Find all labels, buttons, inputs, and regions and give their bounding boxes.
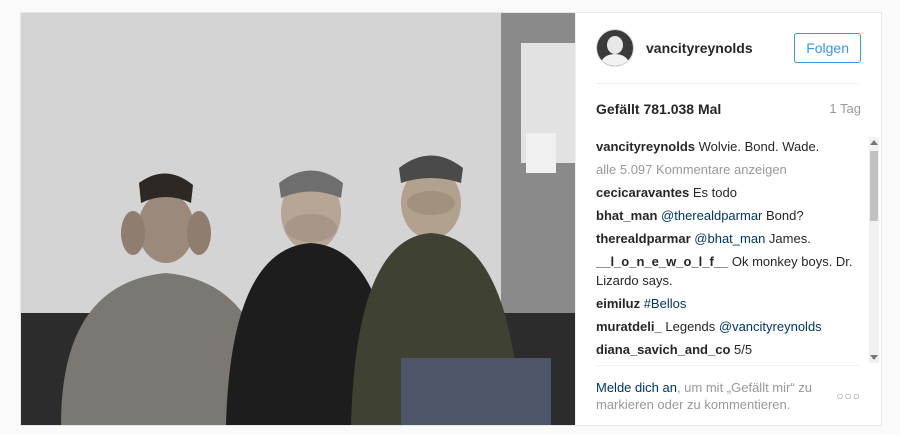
login-prompt: Melde dich an, um mit „Gefällt mir“ zu m… xyxy=(596,379,826,413)
comment-mention[interactable]: @vancityreynolds xyxy=(719,319,822,334)
comment-text: Legends xyxy=(665,319,719,334)
likes-count[interactable]: Gefällt 781.038 Mal xyxy=(596,101,721,117)
comment-item: eimiluz #Bellos xyxy=(596,294,863,313)
post-age[interactable]: 1 Tag xyxy=(829,101,861,117)
comment-text: James. xyxy=(765,231,811,246)
comment-user[interactable]: muratdeli_ xyxy=(596,319,662,334)
comments-list[interactable]: vancityreynolds Wolvie. Bond. Wade. alle… xyxy=(596,137,863,363)
scrollbar-thumb[interactable] xyxy=(870,151,878,221)
post-card: vancityreynolds Folgen Gefällt 781.038 M… xyxy=(20,12,882,426)
comment-mention[interactable]: @bhat_man xyxy=(694,231,765,246)
view-all-comments-link[interactable]: alle 5.097 Kommentare anzeigen xyxy=(596,160,863,179)
comments-scrollbar[interactable] xyxy=(869,137,879,363)
comment-item: __l_o_n_e_w_o_l_f__ Ok monkey boys. Dr. … xyxy=(596,252,863,290)
likes-row: Gefällt 781.038 Mal 1 Tag xyxy=(596,101,861,117)
comment-item: muratdeli_ Legends @vancityreynolds xyxy=(596,317,863,336)
avatar-body xyxy=(601,54,629,66)
post-footer: Melde dich an, um mit „Gefällt mir“ zu m… xyxy=(596,365,861,426)
comment-text: Bond? xyxy=(762,208,804,223)
avatar-face xyxy=(607,36,623,54)
post-sidebar: vancityreynolds Folgen Gefällt 781.038 M… xyxy=(575,13,881,425)
username-link[interactable]: vancityreynolds xyxy=(646,40,794,56)
comment-mention[interactable]: @therealdparmar xyxy=(661,208,762,223)
comment-text: 5/5 xyxy=(734,342,753,357)
comment-item: bhat_man @therealdparmar Bond? xyxy=(596,206,863,225)
comment-mention[interactable]: #Bellos xyxy=(644,296,687,311)
avatar[interactable] xyxy=(596,29,634,67)
comment-user[interactable]: bhat_man xyxy=(596,208,657,223)
photo-image xyxy=(21,13,575,425)
comment-user[interactable]: __l_o_n_e_w_o_l_f__ xyxy=(596,254,728,269)
comment-user[interactable]: diana_savich_and_co xyxy=(596,342,730,357)
comment-user[interactable]: eimiluz xyxy=(596,296,640,311)
comment-item: diana_savich_and_co 5/5 xyxy=(596,340,863,359)
comment-user[interactable]: therealdparmar xyxy=(596,231,691,246)
post-header: vancityreynolds Folgen xyxy=(596,13,861,84)
login-link[interactable]: Melde dich an xyxy=(596,380,677,395)
scroll-down-arrow-icon[interactable] xyxy=(870,355,878,360)
follow-button[interactable]: Folgen xyxy=(794,33,861,63)
comment-user[interactable]: cecicaravantes xyxy=(596,185,689,200)
caption-user[interactable]: vancityreynolds xyxy=(596,139,695,154)
ellipsis-icon[interactable]: ○○○ xyxy=(836,389,861,403)
comment-item: cecicaravantes Es todo xyxy=(596,183,863,202)
comment-text: Es todo xyxy=(692,185,737,200)
scroll-up-arrow-icon[interactable] xyxy=(870,140,878,145)
caption: vancityreynolds Wolvie. Bond. Wade. xyxy=(596,137,863,156)
comment-item: therealdparmar @bhat_man James. xyxy=(596,229,863,248)
post-photo[interactable] xyxy=(21,13,575,425)
caption-text: Wolvie. Bond. Wade. xyxy=(698,139,820,154)
